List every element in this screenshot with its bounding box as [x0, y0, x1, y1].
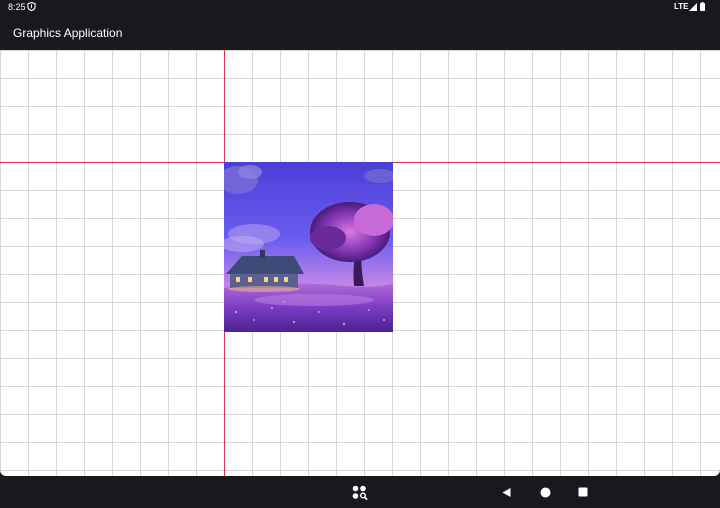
- recents-icon[interactable]: [578, 487, 588, 497]
- navigation-bar: [0, 476, 720, 508]
- status-time: 8:25: [8, 2, 26, 12]
- status-bar: 8:25 LTE: [0, 0, 720, 14]
- network-type: LTE: [674, 2, 689, 11]
- back-icon[interactable]: [501, 487, 512, 498]
- battery-icon: [700, 2, 705, 11]
- app-bar: Graphics Application: [0, 14, 720, 50]
- signal-icon: [689, 3, 697, 11]
- home-icon[interactable]: [540, 487, 551, 498]
- app-search-icon[interactable]: [352, 485, 368, 501]
- app-title: Graphics Application: [13, 26, 123, 40]
- notification-shield-icon: [27, 2, 36, 11]
- drawing-canvas[interactable]: [0, 50, 720, 476]
- cottage-landscape-image[interactable]: [224, 162, 393, 332]
